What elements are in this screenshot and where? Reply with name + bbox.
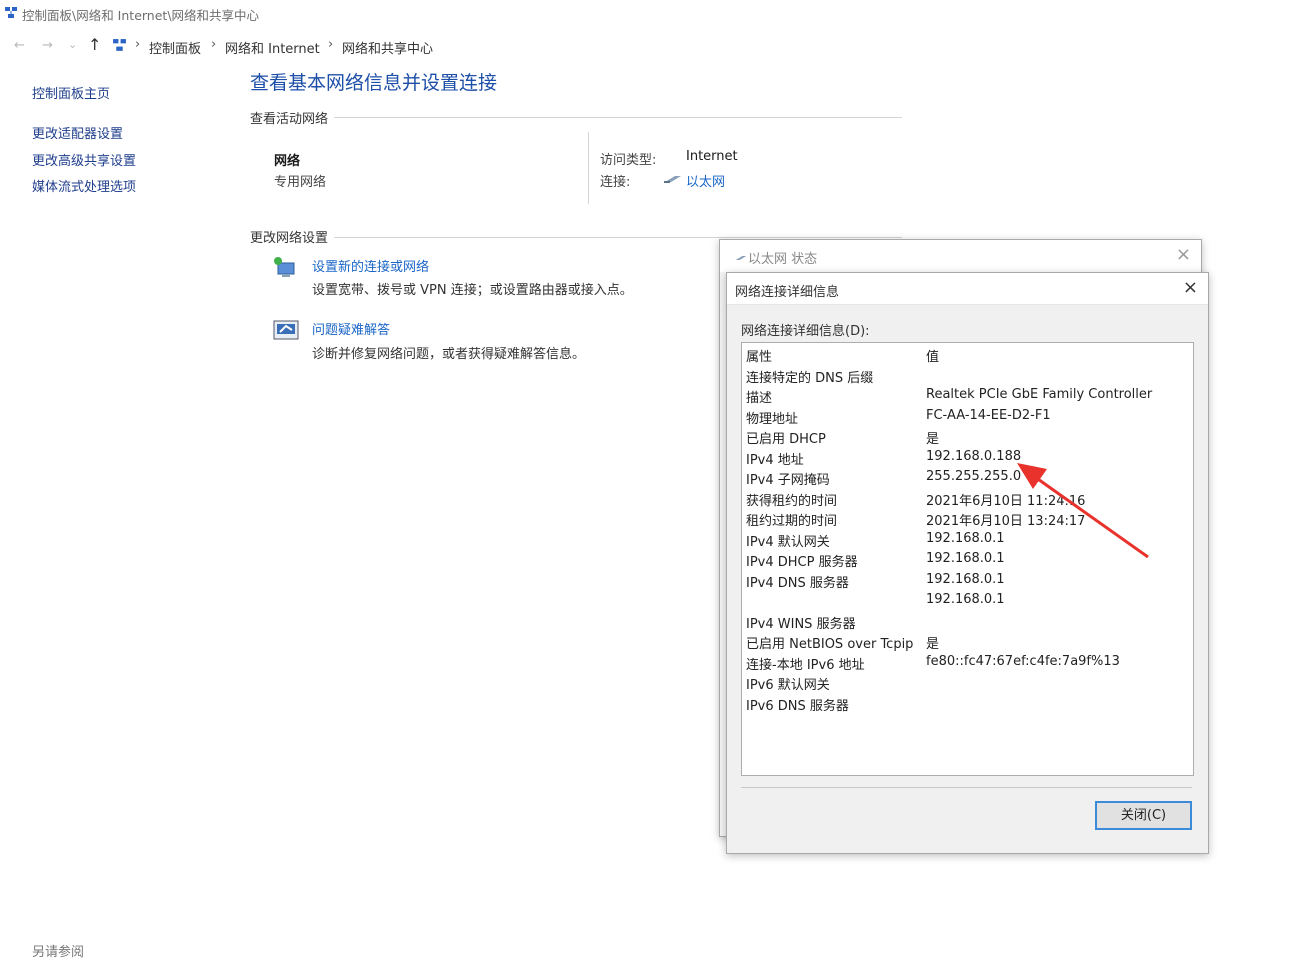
dialog-caption: 以太网 状态 × (720, 240, 1201, 272)
sidebar-item-home[interactable]: 控制面板主页 (32, 83, 110, 102)
sidebar-item-media-streaming[interactable]: 媒体流式处理选项 (32, 176, 136, 195)
annotation-arrow (1017, 463, 1149, 559)
property-value: 192.168.0.1 (926, 592, 1005, 607)
ethernet-icon (735, 256, 747, 260)
property-name: 描述 (746, 391, 773, 406)
property-value: 192.168.0.1 (926, 572, 1005, 587)
troubleshoot-icon (273, 320, 299, 340)
breadcrumb-separator: › (328, 37, 334, 52)
up-button[interactable]: ↑ (88, 35, 101, 54)
value-column-header[interactable]: 值 (926, 346, 939, 365)
network-name: 网络 (274, 154, 301, 169)
property-name: 获得租约的时间 (746, 494, 838, 509)
close-icon[interactable]: × (1176, 244, 1191, 265)
breadcrumb-separator: › (135, 37, 141, 52)
breadcrumb-separator: › (211, 37, 217, 52)
title-bar: 控制面板\网络和 Internet\网络和共享中心 (0, 0, 1307, 28)
property-value: 192.168.0.1 (926, 551, 1005, 566)
page-title: 查看基本网络信息并设置连接 (250, 72, 498, 94)
troubleshoot-desc: 诊断并修复网络问题，或者获得疑难解答信息。 (312, 347, 586, 362)
network-divider (588, 132, 589, 204)
close-icon[interactable]: × (1183, 277, 1198, 298)
property-name: IPv6 DNS 服务器 (746, 699, 849, 714)
recent-locations-button[interactable]: ⌄ (68, 38, 77, 51)
property-value: 是 (926, 637, 940, 652)
property-column-header[interactable]: 属性 (746, 346, 772, 365)
dialog-caption: 网络连接详细信息 × (727, 273, 1208, 305)
breadcrumb-network-internet[interactable]: 网络和 Internet (225, 38, 320, 57)
property-name: 已启用 DHCP (746, 432, 826, 447)
troubleshoot-link[interactable]: 问题疑难解答 (312, 319, 390, 338)
control-panel-icon (113, 39, 126, 51)
connection-label: 连接: (600, 175, 631, 190)
annotation-arrow-line (1034, 475, 1149, 559)
property-value: FC-AA-14-EE-D2-F1 (926, 408, 1051, 423)
back-button[interactable]: ← (14, 38, 25, 53)
active-networks-heading: 查看活动网络 (250, 108, 335, 127)
property-name: 连接特定的 DNS 后缀 (746, 371, 874, 386)
property-name: IPv4 DNS 服务器 (746, 576, 849, 591)
see-also-label: 另请参阅 (32, 945, 85, 960)
property-name: 连接-本地 IPv6 地址 (746, 658, 865, 673)
access-type-label: 访问类型: (600, 153, 657, 168)
network-type: 专用网络 (274, 175, 327, 190)
dialog-title: 以太网 状态 (748, 252, 818, 267)
property-name: 已启用 NetBIOS over Tcpip (746, 637, 914, 652)
section-divider (250, 237, 902, 238)
setup-new-connection-desc: 设置宽带、拨号或 VPN 连接；或设置路由器或接入点。 (312, 283, 633, 298)
dialog-title: 网络连接详细信息 (735, 285, 840, 300)
annotation-arrow-head (1017, 463, 1047, 489)
new-connection-icon (274, 257, 295, 277)
property-name: 物理地址 (746, 412, 799, 427)
property-name: IPv4 默认网关 (746, 535, 830, 550)
window-title: 控制面板\网络和 Internet\网络和共享中心 (22, 8, 260, 23)
property-value: 192.168.0.1 (926, 531, 1005, 546)
network-center-icon (5, 7, 17, 18)
close-button[interactable]: 关闭(C) (1095, 801, 1192, 830)
property-name: IPv4 地址 (746, 453, 804, 468)
section-divider (250, 117, 902, 118)
property-value: fe80::fc47:67ef:c4fe:7a9f%13 (926, 654, 1120, 669)
property-name: IPv6 默认网关 (746, 678, 830, 693)
breadcrumb-control-panel[interactable]: 控制面板 (149, 38, 201, 57)
sidebar-item-advanced-sharing[interactable]: 更改高级共享设置 (32, 150, 136, 169)
forward-button[interactable]: → (42, 38, 53, 53)
address-bar: ← → ⌄ ↑ › 控制面板 › 网络和 Internet › 网络和共享中心 (0, 32, 1307, 60)
breadcrumb-network-sharing-center[interactable]: 网络和共享中心 (342, 38, 433, 57)
property-name: IPv4 WINS 服务器 (746, 617, 856, 632)
sidebar-item-adapter-settings[interactable]: 更改适配器设置 (32, 123, 123, 142)
ethernet-icon (664, 176, 681, 183)
change-settings-heading: 更改网络设置 (250, 227, 335, 246)
property-value: Realtek PCIe GbE Family Controller (926, 387, 1153, 402)
property-value: 是 (926, 432, 940, 447)
setup-new-connection-link[interactable]: 设置新的连接或网络 (312, 256, 429, 275)
ethernet-link[interactable]: 以太网 (686, 171, 725, 190)
details-list-label: 网络连接详细信息(D): (741, 324, 870, 339)
property-name: 租约过期的时间 (746, 514, 838, 529)
property-name: IPv4 子网掩码 (746, 473, 830, 488)
button-divider (741, 787, 1192, 788)
property-name: IPv4 DHCP 服务器 (746, 555, 858, 570)
access-type-value: Internet (686, 149, 738, 164)
